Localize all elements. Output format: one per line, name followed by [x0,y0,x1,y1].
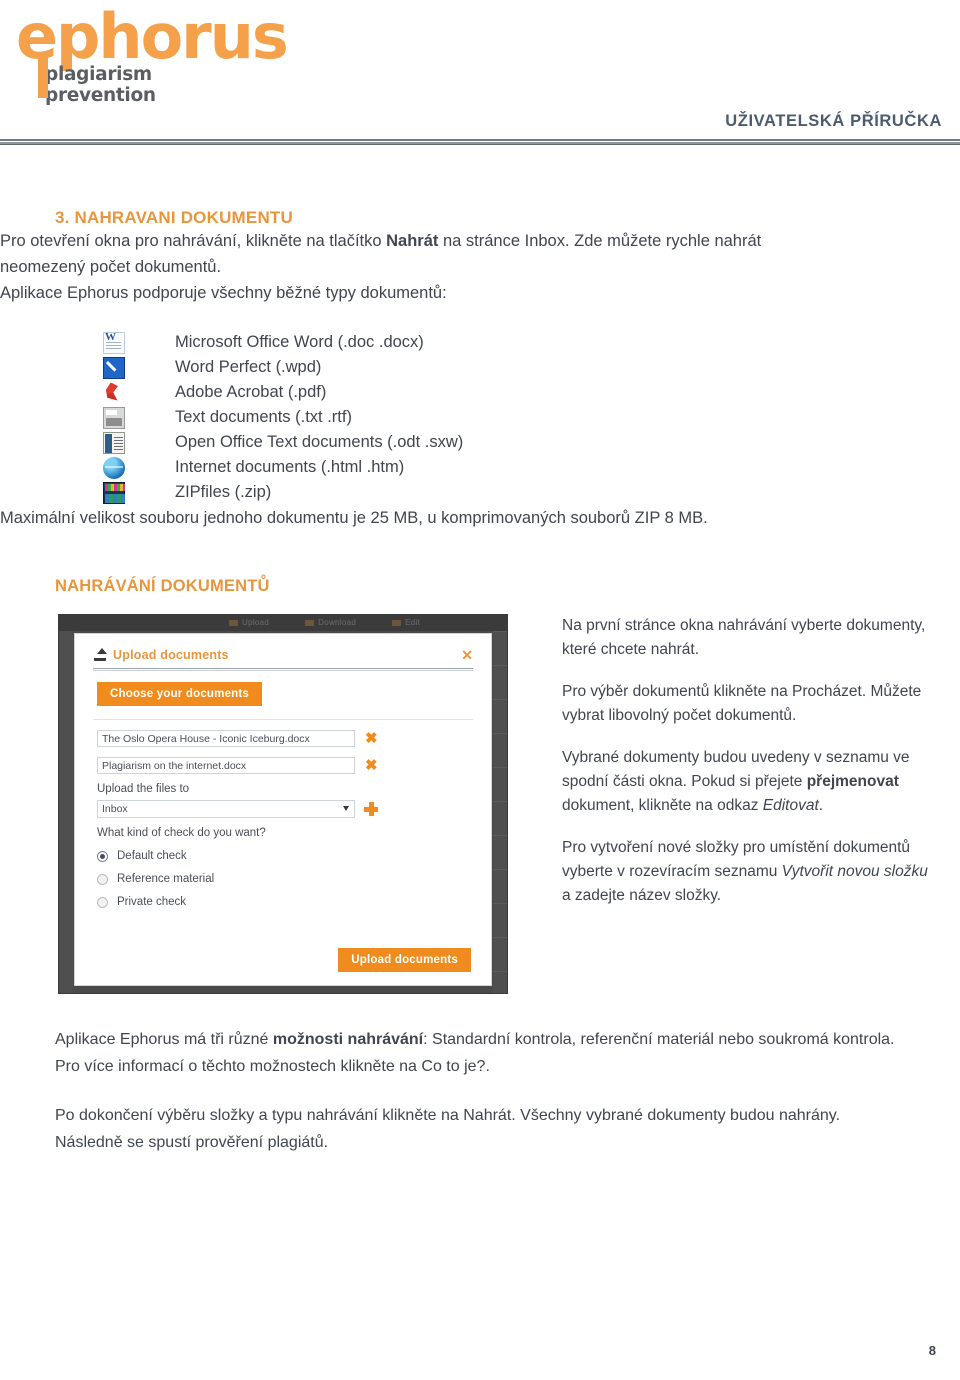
filetype-label: Open Office Text documents (.odt .sxw) [175,433,464,451]
zip-icon [103,481,125,504]
selected-file-row: Plagiarism on the internet.docx ✖ [97,757,491,774]
globe-icon [103,456,125,479]
radio-default-check[interactable] [97,850,108,862]
page-header: ephorus plagiarism prevention UŽIVATELSK… [0,0,960,150]
choose-documents-row: Choose your documents [97,682,473,706]
list-item: Word Perfect (.wpd) [103,355,960,380]
check-type-question: What kind of check do you want? [97,827,266,839]
side-paragraph-4: Pro vytvoření nové složky pro umístění d… [562,836,932,908]
filetype-label: Microsoft Office Word (.doc .docx) [175,333,424,351]
intro-paragraph: Pro otevření okna pro nahrávání, kliknět… [0,228,820,280]
intro-text-before: Pro otevření okna pro nahrávání, kliknět… [0,232,387,250]
closing-paragraphs: Aplikace Ephorus má tři různé možnosti n… [55,1026,900,1156]
dialog-footer: Upload documents [338,948,471,972]
acrobat-icon [103,382,125,404]
page-content: 3. NAHRAVANI DOKUMENTU Pro otevření okna… [0,150,960,1156]
screenshot-left-gutter [59,631,73,993]
radio-private-check[interactable] [97,896,108,908]
folder-select-value: Inbox [102,803,128,815]
side-p3-italic: Editovat [762,797,819,814]
list-item: Adobe Acrobat (.pdf) [103,380,960,405]
side-p3-part-c: . [818,797,824,814]
folder-select[interactable]: Inbox [97,800,355,818]
check-option-reference[interactable]: Reference material [97,873,491,885]
logo-accent-bar [38,54,48,98]
side-instructions: Na první stránce okna nahrávání vyberte … [562,614,932,908]
dialog-title: Upload documents [113,648,229,662]
openoffice-icon [103,431,125,454]
wordperfect-icon [103,356,125,379]
radio-label: Default check [117,850,187,862]
side-paragraph-1: Na první stránce okna nahrávání vyberte … [562,617,926,658]
add-folder-icon[interactable] [364,802,378,816]
side-p3-bold: přejmenovat [806,773,899,790]
side-paragraph-2: Pro výběr dokumentů klikněte na Procháze… [562,683,922,724]
radio-label: Private check [117,896,187,908]
text-document-icon [103,406,125,429]
radio-reference-material[interactable] [97,873,108,885]
side-paragraph-3: Vybrané dokumenty budou uvedeny v seznam… [562,746,932,818]
finish-upload-paragraph: Po dokončení výběru složky a typu nahráv… [55,1107,841,1151]
remove-file-icon[interactable]: ✖ [365,731,378,746]
list-item: Open Office Text documents (.odt .sxw) [103,430,960,455]
manual-title: UŽIVATELSKÁ PŘÍRUČKA [725,112,942,130]
ephorus-logo: ephorus plagiarism prevention [14,6,289,107]
side-p4-italic: Vytvořit novou složku [781,863,928,880]
list-item: Text documents (.txt .rtf) [103,405,960,430]
radio-label: Reference material [117,873,215,885]
upload-documents-button[interactable]: Upload documents [338,948,471,972]
background-menu-item: Upload [229,618,269,627]
screenshot-right-gutter [493,631,507,993]
list-item: ZIPfiles (.zip) [103,480,960,505]
upload-icon [93,648,107,662]
upload-dialog-screenshot: Upload Download Edit Upload documents ✕ … [58,614,508,994]
dialog-header: Upload documents ✕ [93,647,473,664]
tail-p1-bold: možnosti nahrávání [272,1031,424,1048]
supported-filetypes-list: Microsoft Office Word (.doc .docx) Word … [103,330,960,505]
page-number: 8 [928,1343,936,1358]
choose-documents-button[interactable]: Choose your documents [97,682,263,706]
upload-documents-dialog: Upload documents ✕ Choose your documents… [75,634,491,985]
subsection-title: NAHRÁVÁNÍ DOKUMENTŮ [55,577,270,595]
file-name-input[interactable]: Plagiarism on the internet.docx [97,757,355,774]
screenshot-topbar: Upload Download Edit [59,615,507,631]
illustration-area: Upload Download Edit Upload documents ✕ … [0,614,960,1004]
check-option-default[interactable]: Default check [97,850,491,862]
upload-options-paragraph: Aplikace Ephorus má tři různé možnosti n… [55,1026,900,1080]
page-title: 3. NAHRAVANI DOKUMENTU [55,208,293,227]
side-p4-part-b: a zadejte název složky. [562,887,722,904]
filetype-label: Text documents (.txt .rtf) [175,408,352,426]
upload-destination-label: Upload the files to [97,783,190,795]
file-name-input[interactable]: The Oslo Opera House - Iconic Iceburg.do… [97,730,355,747]
chevron-down-icon [343,806,349,811]
close-icon[interactable]: ✕ [461,647,473,664]
dialog-divider [93,719,473,720]
dialog-title-divider [93,668,473,671]
tail-p1-part-a: Aplikace Ephorus má tři různé [55,1031,273,1048]
background-menu-item: Edit [392,618,420,627]
background-menu: Upload Download Edit [229,618,420,627]
check-option-private[interactable]: Private check [97,896,491,908]
filetype-label: Internet documents (.html .htm) [175,458,405,476]
list-item: Microsoft Office Word (.doc .docx) [103,330,960,355]
word-icon [103,331,125,354]
max-filesize-note: Maximální velikost souboru jednoho dokum… [0,509,708,527]
selected-file-row: The Oslo Opera House - Iconic Iceburg.do… [97,730,491,747]
remove-file-icon[interactable]: ✖ [365,758,378,773]
filetype-label: Word Perfect (.wpd) [175,358,322,376]
supported-types-intro: Aplikace Ephorus podporuje všechny běžné… [0,284,447,302]
filetype-label: ZIPfiles (.zip) [175,483,272,501]
side-p3-part-b: dokument, klikněte na odkaz [562,797,763,814]
filetype-label: Adobe Acrobat (.pdf) [175,383,327,401]
list-item: Internet documents (.html .htm) [103,455,960,480]
header-divider [0,139,960,146]
intro-bold-term: Nahrát [386,232,439,250]
background-menu-item: Download [305,618,356,627]
destination-row: Inbox [97,800,491,818]
